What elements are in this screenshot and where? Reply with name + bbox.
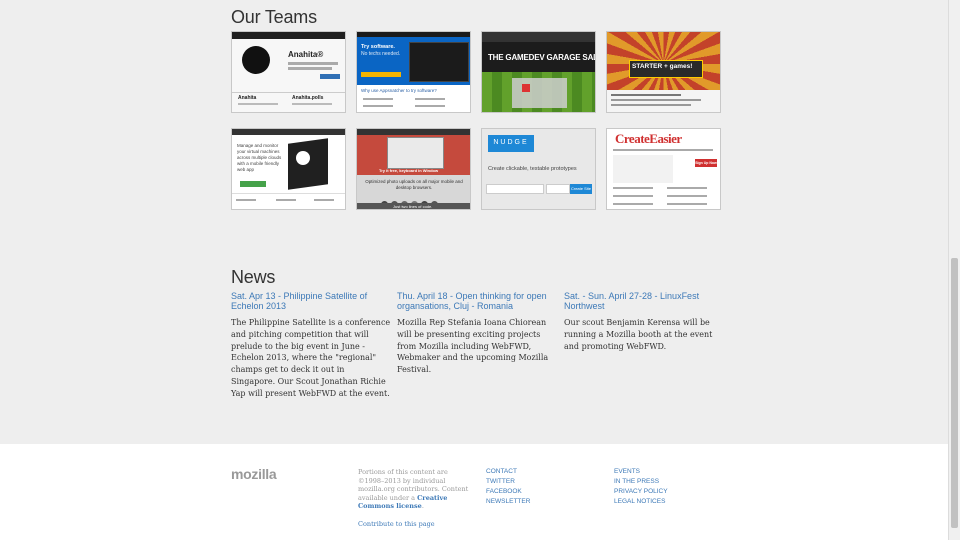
footer-link-legal-notices[interactable]: LEGAL NOTICES: [614, 497, 665, 507]
team-card-gamedev-garage-sale[interactable]: THE GAMEDEV GARAGE SALE: [481, 31, 596, 113]
news-item-body: Our scout Benjamin Kerensa will be runni…: [564, 318, 713, 351]
mozilla-logo[interactable]: mozilla: [231, 466, 277, 482]
footer-link-newsletter[interactable]: NEWSLETTER: [486, 497, 530, 507]
news-item: Sat. Apr 13 - Philippine Satellite of Ec…: [231, 291, 391, 400]
team-card-try-software[interactable]: Try software. No techs needed. Why use A…: [356, 31, 471, 113]
footer-link-events[interactable]: EVENTS: [614, 467, 640, 477]
team-card-cloud-machines[interactable]: Manage and monitor your virtual machines…: [231, 128, 346, 210]
teams-heading: Our Teams: [231, 7, 317, 27]
footer-legal-text: Portions of this content are ©1998–2013 …: [358, 468, 469, 510]
team-card-nudge[interactable]: NUDGE Create clickable, testable prototy…: [481, 128, 596, 210]
team-card-mediafire[interactable]: Try it free, keyboard in Window Optimize…: [356, 128, 471, 210]
team-card-starter-games[interactable]: STARTER + games!: [606, 31, 721, 113]
anahita-logo-icon: [242, 46, 270, 74]
news-item-title-link[interactable]: Sat. Apr 13 - Philippine Satellite of Ec…: [231, 291, 391, 311]
vertical-scrollbar[interactable]: [948, 0, 960, 540]
news-item: Sat. - Sun. April 27-28 - LinuxFest Nort…: [564, 291, 724, 352]
nudge-logo: NUDGE: [493, 139, 529, 146]
team-card-anahita[interactable]: Anahita® Anahita Anahita.polls: [231, 31, 346, 113]
footer-link-in-the-press[interactable]: IN THE PRESS: [614, 477, 659, 487]
footer-link-privacy-policy[interactable]: PRIVACY POLICY: [614, 487, 668, 497]
footer-link-twitter[interactable]: TWITTER: [486, 477, 515, 487]
scrollbar-thumb[interactable]: [951, 258, 958, 528]
news-item-title-link[interactable]: Sat. - Sun. April 27-28 - LinuxFest Nort…: [564, 291, 724, 311]
footer-link-facebook[interactable]: FACEBOOK: [486, 487, 522, 497]
news-heading: News: [231, 267, 276, 287]
news-item-body: Mozilla Rep Stefania Ioana Chiorean will…: [397, 318, 549, 375]
contribute-link[interactable]: Contribute to this page: [358, 519, 435, 529]
news-item-title-link[interactable]: Thu. April 18 - Open thinking for open o…: [397, 291, 557, 311]
page-content: Our Teams Anahita® Anahita Anahita.polls…: [0, 0, 948, 444]
news-item-body: The Philippine Satellite is a conference…: [231, 318, 391, 398]
news-item: Thu. April 18 - Open thinking for open o…: [397, 291, 557, 376]
team-card-create-easier[interactable]: CreateEasier Sign Up Now: [606, 128, 721, 210]
footer-link-contact[interactable]: CONTACT: [486, 467, 517, 477]
